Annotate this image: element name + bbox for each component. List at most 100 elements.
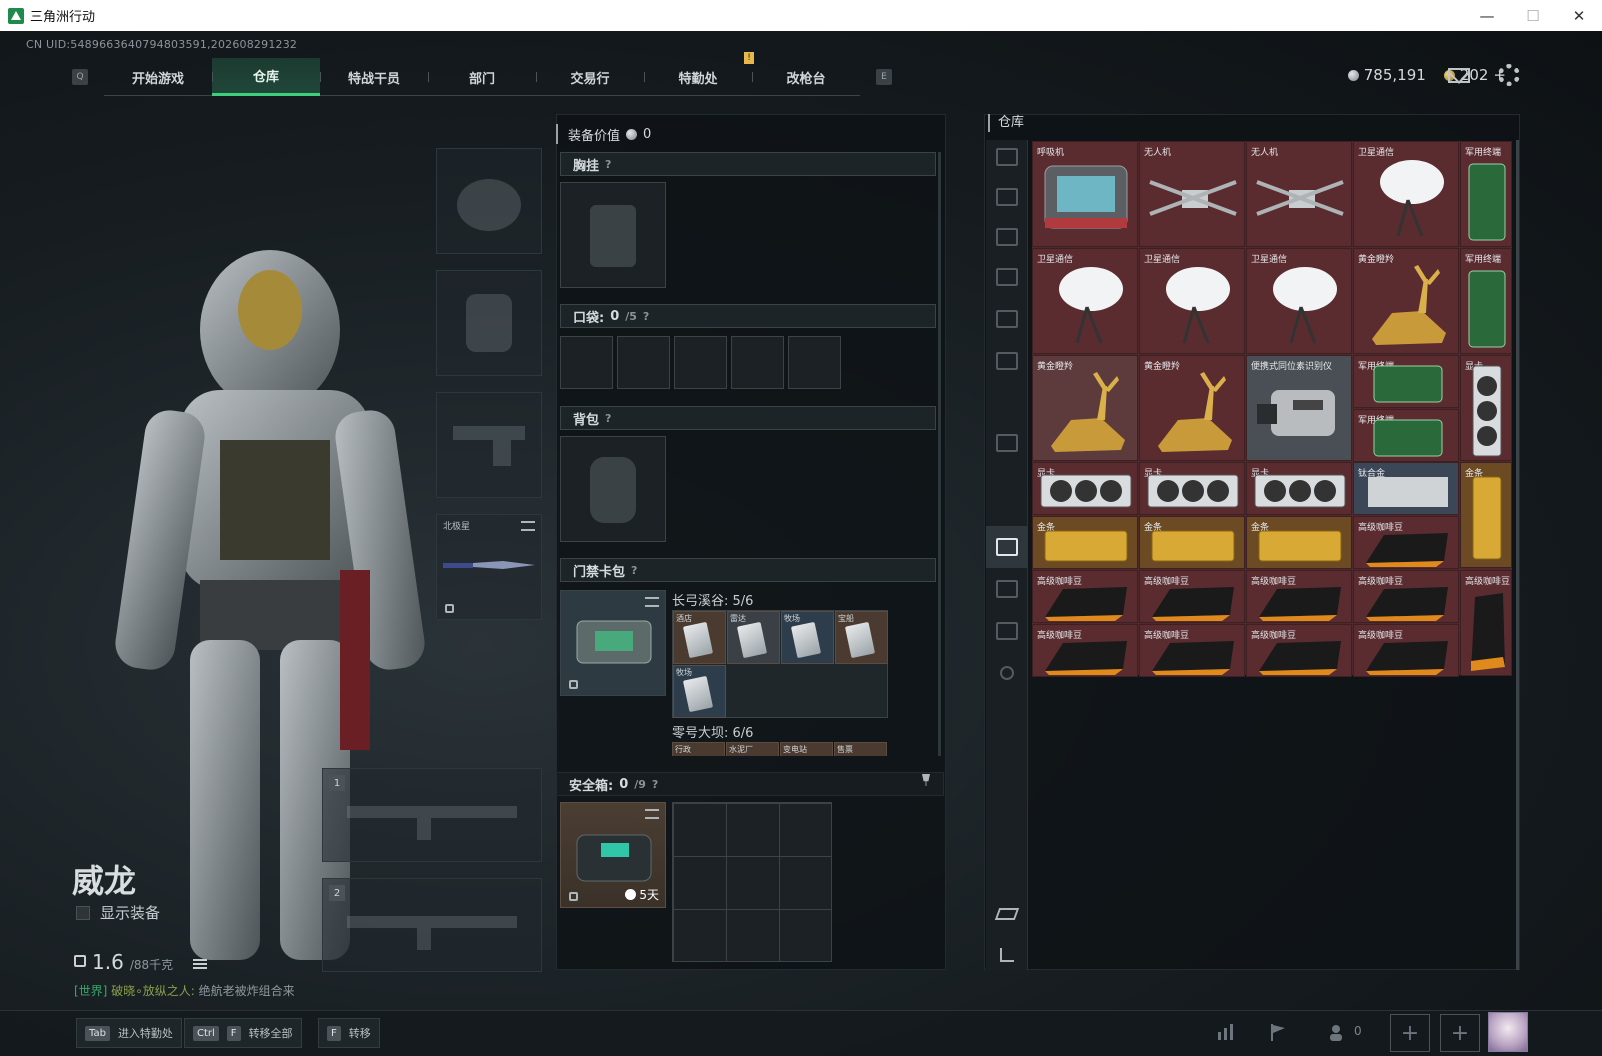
warehouse-scrollbar[interactable] [1516,140,1519,970]
pocket-slot[interactable] [674,336,727,389]
item-satellite-comm[interactable]: 卫星通信 [1032,248,1138,354]
transfer-all-hint[interactable]: Ctrl F 转移全部 [184,1018,302,1048]
loadout-scrollbar[interactable] [938,152,941,756]
item-graphics-card[interactable]: 显卡 [1460,355,1512,461]
armor-slot[interactable] [436,270,542,376]
settings-icon[interactable] [1000,666,1014,680]
item-premium-coffee[interactable]: 高级咖啡豆 [1246,624,1352,677]
world-chat[interactable]: [世界] 破晓∘放纵之人: 绝航老被炸组合来 [74,982,295,999]
item-golden-gazelle[interactable]: 黄金瞪羚 [1353,248,1459,354]
item-military-terminal[interactable]: 军用终端 [1353,409,1459,462]
item-drone[interactable]: 无人机 [1139,141,1245,247]
item-premium-coffee[interactable]: 高级咖啡豆 [1139,624,1245,677]
item-premium-coffee[interactable]: 高级咖啡豆 [1032,570,1138,623]
invite-slot-button[interactable]: + [1440,1014,1480,1052]
item-gold-bar[interactable]: 金条 [1032,516,1138,569]
nav-prev-key[interactable]: Q [72,69,88,85]
item-military-terminal[interactable]: 军用终端 [1460,248,1512,354]
enter-special-ops-hint[interactable]: Tab 进入特勤处 [76,1018,182,1048]
keycard-item[interactable]: 牧场 [781,611,834,664]
warehouse-page-4-icon[interactable] [996,310,1018,328]
nav-next-key[interactable]: E [876,69,892,85]
warehouse-page-active-icon[interactable] [996,538,1018,556]
item-premium-coffee[interactable]: 高级咖啡豆 [1246,570,1352,623]
pocket-slot[interactable] [617,336,670,389]
warehouse-page-1-icon[interactable] [996,188,1018,206]
item-golden-gazelle[interactable]: 黄金瞪羚 [1032,355,1138,461]
mail-icon[interactable] [1448,68,1470,83]
item-satellite-comm[interactable]: 卫星通信 [1139,248,1245,354]
keycard-item[interactable]: 行政 [672,742,725,756]
item-premium-coffee[interactable]: 高级咖啡豆 [1353,516,1459,569]
tab-special-ops[interactable]: 特勤处 [644,58,752,96]
keycard-item[interactable]: 水泥厂 [726,742,779,756]
item-premium-coffee[interactable]: 高级咖啡豆 [1460,570,1512,676]
keycard-item[interactable]: 酒店 [673,611,726,664]
maximize-button[interactable]: ☐ [1510,0,1556,31]
tab-start-game[interactable]: 开始游戏 [104,58,212,96]
avatar[interactable] [1488,1012,1528,1052]
pistol-slot[interactable] [436,392,542,498]
tab-operators[interactable]: 特战干员 [320,58,428,96]
keycard-item[interactable]: 雷达 [727,611,780,664]
swap-icon[interactable] [521,521,535,531]
safe-box-item[interactable]: 5天 [560,802,666,908]
layers-icon[interactable] [994,908,1020,920]
stats-icon[interactable] [1216,1022,1236,1042]
item-gold-bar[interactable]: 金条 [1139,516,1245,569]
sort-icon[interactable] [1000,948,1014,962]
item-premium-coffee[interactable]: 高级咖啡豆 [1139,570,1245,623]
item-titanium-alloy[interactable]: 钛合金 [1353,462,1459,515]
item-ventilator[interactable]: 呼吸机 [1032,141,1138,247]
item-satellite-comm[interactable]: 卫星通信 [1246,248,1352,354]
warehouse-page-8-icon[interactable] [996,622,1018,640]
warehouse-page-7-icon[interactable] [996,580,1018,598]
item-golden-gazelle[interactable]: 黄金瞪羚 [1139,355,1245,461]
warehouse-page-2-icon[interactable] [996,228,1018,246]
safe-box-grid[interactable] [672,802,832,962]
help-icon[interactable]: ? [605,158,611,171]
keycard-item[interactable]: 售票 [834,742,887,756]
chest-rig-slot[interactable] [560,182,666,288]
item-premium-coffee[interactable]: 高级咖啡豆 [1353,624,1459,677]
item-isotope-identifier[interactable]: 便携式同位素识别仪 [1246,355,1352,461]
primary-weapon-slot-2[interactable]: 2 [322,878,542,972]
minimize-button[interactable]: — [1464,0,1510,31]
help-icon[interactable]: ? [631,564,637,577]
pocket-slot[interactable] [560,336,613,389]
gear-icon[interactable] [1498,64,1520,86]
item-graphics-card[interactable]: 显卡 [1139,462,1245,515]
item-graphics-card[interactable]: 显卡 [1032,462,1138,515]
help-icon[interactable]: ? [643,310,649,323]
swap-icon[interactable] [645,809,659,819]
all-items-icon[interactable] [996,148,1018,166]
invite-slot-button[interactable]: + [1390,1014,1430,1052]
item-military-terminal[interactable]: 军用终端 [1353,355,1459,408]
warehouse-page-5-icon[interactable] [996,352,1018,370]
transfer-hint[interactable]: F 转移 [318,1018,380,1048]
tab-department[interactable]: 部门 [428,58,536,96]
help-icon[interactable]: ? [652,778,658,791]
help-icon[interactable]: ? [605,412,611,425]
item-satellite-comm[interactable]: 卫星通信 [1353,141,1459,247]
helmet-slot[interactable] [436,148,542,254]
pocket-slot[interactable] [788,336,841,389]
item-premium-coffee[interactable]: 高级咖啡豆 [1353,570,1459,623]
list-icon[interactable] [193,959,208,969]
warehouse-page-6-icon[interactable] [996,434,1018,452]
keycard-case-item[interactable] [560,590,666,696]
item-drone[interactable]: 无人机 [1246,141,1352,247]
melee-slot[interactable]: 北极星 [436,514,542,620]
keycard-item[interactable]: 宝船 [835,611,888,664]
flag-icon[interactable] [1268,1022,1288,1042]
tab-trade[interactable]: 交易行 [536,58,644,96]
show-equipment-checkbox[interactable] [76,905,90,920]
backpack-slot[interactable] [560,436,666,542]
item-gold-bar[interactable]: 金条 [1460,462,1512,568]
keycard-item[interactable]: 牧场 [673,665,726,718]
primary-weapon-slot-1[interactable]: 1 [322,768,542,862]
show-equipment-toggle[interactable]: 显示装备 [76,902,160,923]
item-gold-bar[interactable]: 金条 [1246,516,1352,569]
keycard-item[interactable]: 变电站 [780,742,833,756]
close-button[interactable]: ✕ [1556,0,1602,31]
